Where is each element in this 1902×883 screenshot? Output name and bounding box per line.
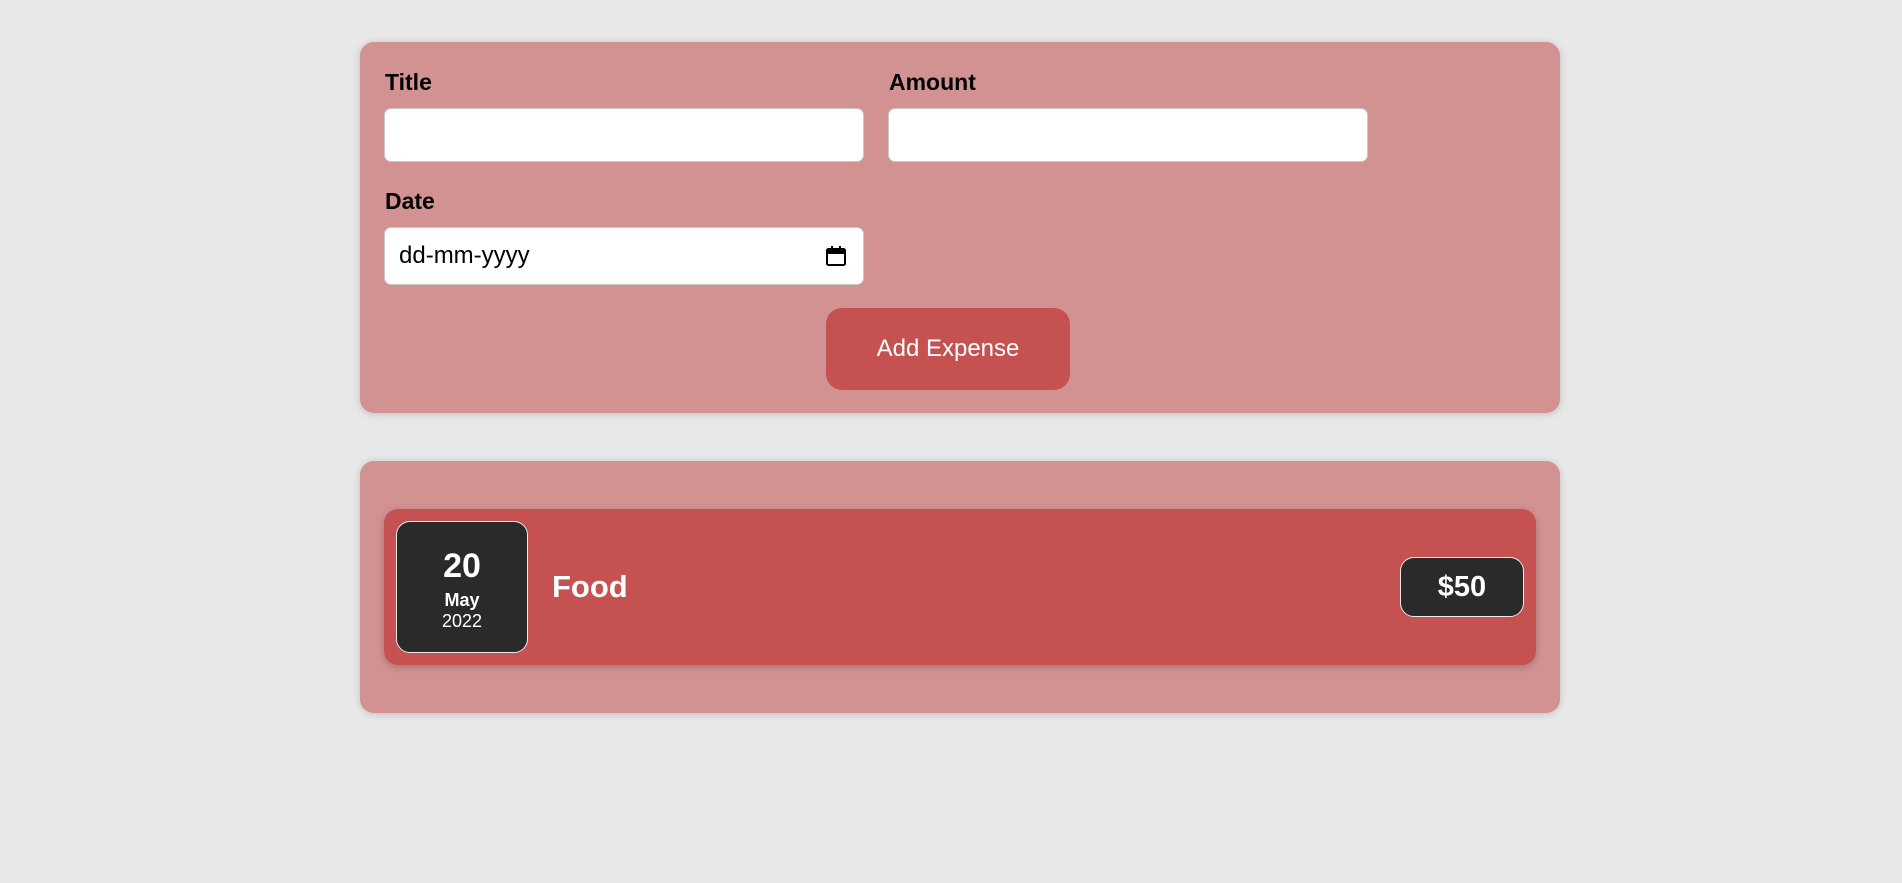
expense-list: 20 May 2022 Food $50 bbox=[360, 461, 1560, 713]
amount-label: Amount bbox=[889, 69, 976, 95]
expense-amount-badge: $50 bbox=[1400, 557, 1524, 617]
expense-year: 2022 bbox=[441, 611, 483, 631]
add-expense-button[interactable]: Add Expense bbox=[826, 308, 1070, 390]
expense-title: Food bbox=[552, 569, 628, 604]
date-input[interactable]: dd-mm-yyyy bbox=[384, 227, 864, 285]
title-input[interactable] bbox=[384, 108, 864, 162]
date-label: Date bbox=[385, 188, 435, 214]
title-field-group: Title bbox=[384, 66, 864, 162]
expense-day: 20 bbox=[443, 547, 481, 585]
amount-input[interactable] bbox=[888, 108, 1368, 162]
date-placeholder: dd-mm-yyyy bbox=[399, 242, 530, 269]
expense-item[interactable]: 20 May 2022 Food $50 bbox=[384, 509, 1536, 665]
expense-form: Title Amount Date dd-mm-yyyy Add Expense bbox=[360, 42, 1560, 413]
expense-month: May bbox=[444, 590, 480, 610]
date-field-group: Date dd-mm-yyyy bbox=[384, 185, 864, 285]
amount-field-group: Amount bbox=[888, 66, 1368, 162]
calendar-icon[interactable] bbox=[825, 245, 847, 267]
expense-date-badge: 20 May 2022 bbox=[396, 521, 528, 653]
title-label: Title bbox=[385, 69, 432, 95]
